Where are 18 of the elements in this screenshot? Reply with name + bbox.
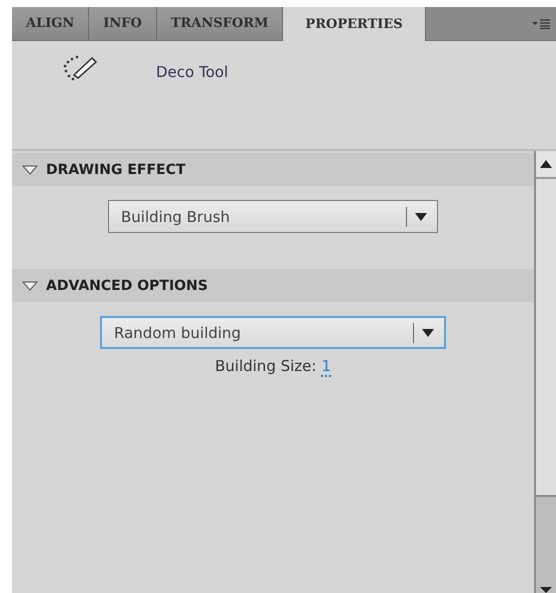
section-header[interactable]: DRAWING EFFECT — [12, 153, 534, 186]
disclosure-triangle-icon[interactable] — [22, 280, 38, 290]
scroll-down-icon[interactable] — [540, 587, 552, 593]
tool-name: Deco Tool — [156, 63, 228, 81]
field-label: Building Size: — [214, 357, 316, 377]
panel-tab[interactable]: ALIGN — [12, 7, 90, 40]
panel-tab[interactable]: TRANSFORM — [156, 7, 284, 40]
panel-tab[interactable]: INFO — [89, 7, 157, 40]
section-header[interactable]: ADVANCED OPTIONS — [12, 269, 534, 302]
scrollbar[interactable] — [534, 151, 556, 593]
disclosure-triangle-icon[interactable] — [22, 164, 38, 174]
panel-menu-icon[interactable] — [532, 18, 550, 28]
dropdown[interactable]: Random building — [100, 316, 446, 349]
caret-icon — [415, 212, 427, 220]
caret-icon — [422, 328, 434, 336]
panel-tab[interactable]: PROPERTIES — [283, 7, 426, 41]
dropdown[interactable]: Building Brush — [108, 200, 438, 233]
scroll-up-icon[interactable] — [540, 160, 552, 168]
